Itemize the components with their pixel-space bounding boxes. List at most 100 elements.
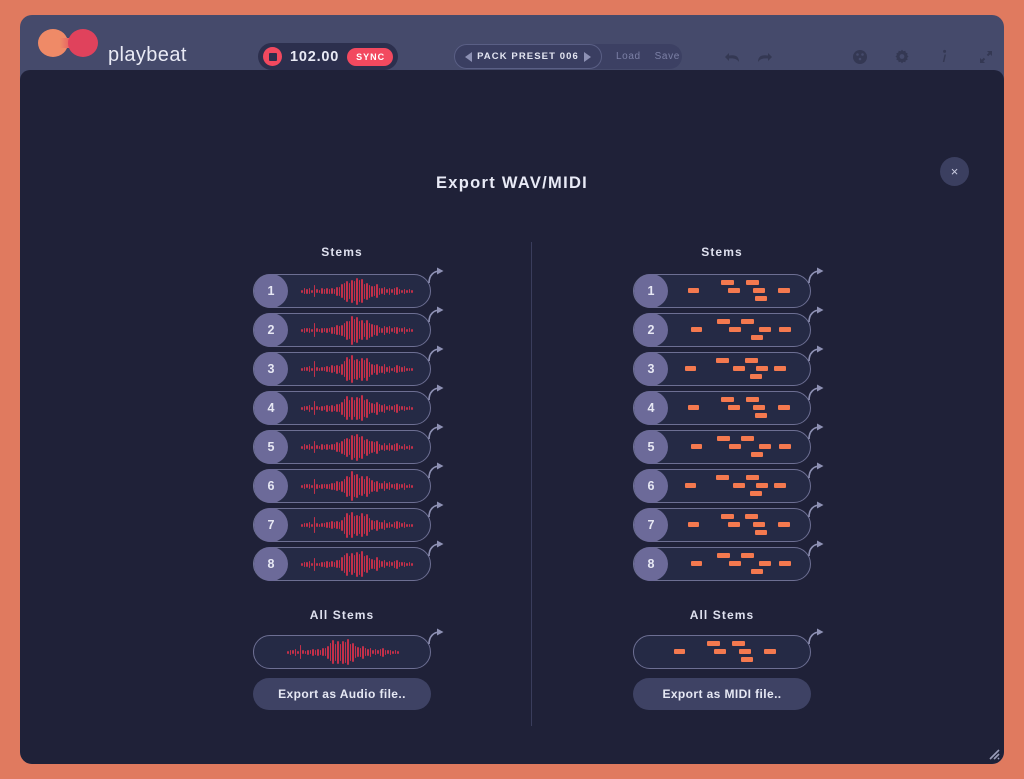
top-toolbar: playbeat 102.00 SYNC PACK PRESET 006 Loa… xyxy=(20,15,1004,70)
waveform xyxy=(294,392,420,424)
stem-number-badge: 6 xyxy=(634,469,668,503)
midi-note-grid xyxy=(674,548,800,580)
stem-row[interactable]: 1 xyxy=(633,267,824,308)
redo-icon[interactable] xyxy=(752,45,776,69)
stem-media-preview xyxy=(674,314,800,346)
stem-row[interactable]: 2 xyxy=(633,306,824,347)
midi-note-grid xyxy=(660,636,786,668)
stem-number-badge: 5 xyxy=(634,430,668,464)
drag-export-arrow-icon[interactable] xyxy=(806,383,826,403)
drag-export-arrow-icon[interactable] xyxy=(806,344,826,364)
drag-export-arrow-icon[interactable] xyxy=(426,627,446,647)
drag-export-arrow-icon[interactable] xyxy=(806,539,826,559)
column-divider xyxy=(531,242,532,726)
preset-name: PACK PRESET 006 xyxy=(477,51,579,62)
stem-row[interactable]: 7 xyxy=(253,501,444,542)
drag-export-arrow-icon[interactable] xyxy=(806,627,826,647)
stem-row[interactable]: 6 xyxy=(633,462,824,503)
preset-selector[interactable]: PACK PRESET 006 xyxy=(454,44,602,69)
midi-note-grid xyxy=(674,392,800,424)
stem-media-preview xyxy=(674,509,800,541)
audio-stem-list: 1 2 3 4 5 6 7 8 xyxy=(212,267,472,581)
drag-export-arrow-icon[interactable] xyxy=(806,461,826,481)
stem-number-badge: 8 xyxy=(254,547,288,581)
stem-number-badge: 4 xyxy=(634,391,668,425)
all-stems-row[interactable] xyxy=(253,628,444,669)
stem-media-preview xyxy=(294,314,420,346)
stem-row[interactable]: 4 xyxy=(253,384,444,425)
waveform xyxy=(294,431,420,463)
waveform xyxy=(280,636,406,668)
load-button[interactable]: Load xyxy=(616,51,641,62)
stop-button[interactable] xyxy=(263,47,282,66)
save-button[interactable]: Save xyxy=(655,51,680,62)
all-stems-row[interactable] xyxy=(633,628,824,669)
stem-number-badge: 1 xyxy=(634,274,668,308)
stem-media-preview xyxy=(294,470,420,502)
stem-number-badge: 2 xyxy=(254,313,288,347)
stem-number-badge: 4 xyxy=(254,391,288,425)
drag-export-arrow-icon[interactable] xyxy=(806,500,826,520)
drag-export-arrow-icon[interactable] xyxy=(806,305,826,325)
page-title: Export WAV/MIDI xyxy=(435,174,589,192)
export-midi-button[interactable]: Export as MIDI file.. xyxy=(633,678,811,710)
waveform xyxy=(294,470,420,502)
gear-icon[interactable] xyxy=(890,45,914,69)
transport-controls: 102.00 SYNC xyxy=(258,43,399,70)
drag-export-arrow-icon[interactable] xyxy=(426,383,446,403)
all-stems-label: All Stems xyxy=(309,608,375,622)
drag-export-arrow-icon[interactable] xyxy=(426,266,446,286)
drag-export-arrow-icon[interactable] xyxy=(426,422,446,442)
drag-export-arrow-icon[interactable] xyxy=(426,344,446,364)
stem-media-preview xyxy=(674,470,800,502)
stems-label: Stems xyxy=(701,245,743,259)
stem-media-preview xyxy=(674,392,800,424)
waveform xyxy=(294,509,420,541)
tempo-display[interactable]: 102.00 xyxy=(290,49,339,65)
stop-square-icon xyxy=(268,52,277,61)
stem-row[interactable]: 7 xyxy=(633,501,824,542)
stem-row[interactable]: 8 xyxy=(253,540,444,581)
midi-note-grid xyxy=(674,314,800,346)
triangle-left-icon[interactable] xyxy=(465,51,472,62)
all-stems-media-preview xyxy=(660,636,786,668)
info-icon[interactable] xyxy=(932,45,956,69)
expand-icon[interactable] xyxy=(974,45,998,69)
waveform xyxy=(294,353,420,385)
drag-export-arrow-icon[interactable] xyxy=(806,266,826,286)
stem-number-badge: 7 xyxy=(634,508,668,542)
drag-export-arrow-icon[interactable] xyxy=(426,461,446,481)
stem-row[interactable]: 3 xyxy=(253,345,444,386)
stem-row[interactable]: 4 xyxy=(633,384,824,425)
stem-number-badge: 6 xyxy=(254,469,288,503)
stem-row[interactable]: 8 xyxy=(633,540,824,581)
midi-note-grid xyxy=(674,470,800,502)
stem-row[interactable]: 5 xyxy=(253,423,444,464)
triangle-right-icon[interactable] xyxy=(583,51,591,62)
stem-row[interactable]: 5 xyxy=(633,423,824,464)
drag-export-arrow-icon[interactable] xyxy=(806,422,826,442)
export-audio-button[interactable]: Export as Audio file.. xyxy=(253,678,431,710)
stem-row[interactable]: 2 xyxy=(253,306,444,347)
midi-note-grid xyxy=(674,353,800,385)
app-name: playbeat xyxy=(108,44,187,66)
undo-icon[interactable] xyxy=(720,45,744,69)
drag-export-arrow-icon[interactable] xyxy=(426,539,446,559)
stem-row[interactable]: 6 xyxy=(253,462,444,503)
midi-note-grid xyxy=(674,509,800,541)
toolbar-icon-group xyxy=(720,45,1004,69)
midi-export-column: Stems 1 2 3 4 5 6 7 8 All Stems Export as MIDI … xyxy=(592,245,852,710)
playbeat-logo-icon xyxy=(38,29,100,57)
resize-grip-icon[interactable] xyxy=(984,744,1000,760)
drag-export-arrow-icon[interactable] xyxy=(426,305,446,325)
stem-row[interactable]: 3 xyxy=(633,345,824,386)
stem-number-badge: 2 xyxy=(634,313,668,347)
stem-row[interactable]: 1 xyxy=(253,267,444,308)
dice-icon[interactable] xyxy=(848,45,872,69)
stem-number-badge: 3 xyxy=(254,352,288,386)
midi-stem-list: 1 2 3 4 5 6 7 8 xyxy=(592,267,852,581)
close-icon[interactable]: × xyxy=(940,157,969,186)
sync-button[interactable]: SYNC xyxy=(347,47,394,66)
all-stems-media-preview xyxy=(280,636,406,668)
drag-export-arrow-icon[interactable] xyxy=(426,500,446,520)
